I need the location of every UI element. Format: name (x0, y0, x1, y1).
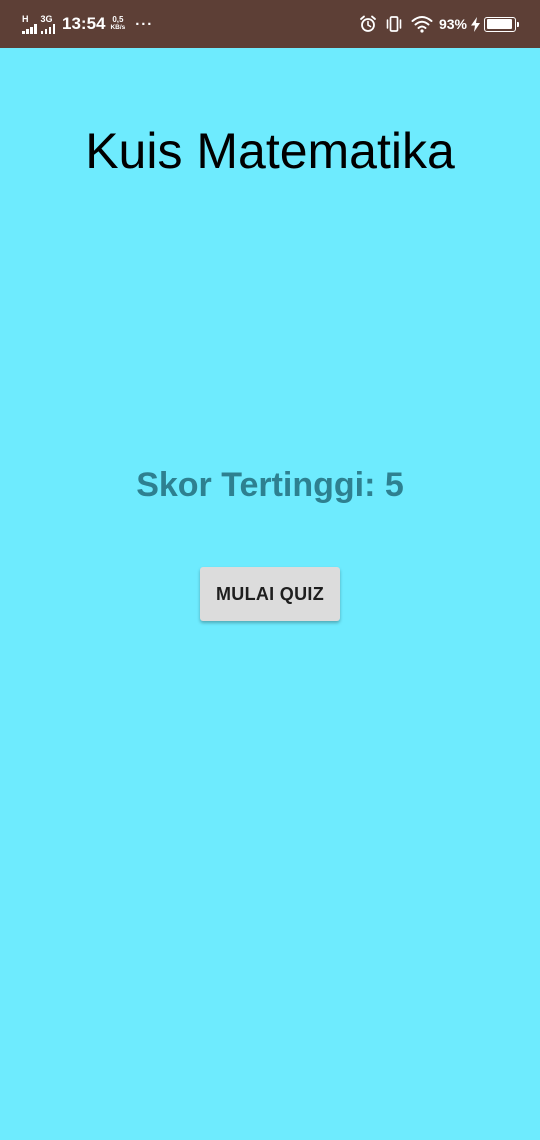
battery-icon (484, 16, 519, 32)
page-title: Kuis Matematika (85, 123, 455, 179)
clock: 13:54 (62, 14, 106, 33)
battery-percentage: 93% (438, 16, 467, 32)
network-speed: 0,5 KB/s (110, 16, 125, 32)
alarm-icon (359, 15, 377, 33)
charging-icon (471, 16, 480, 32)
battery-level-fill (486, 19, 512, 29)
high-score-label: Skor Tertinggi: 5 (136, 466, 404, 504)
wifi-icon (411, 15, 433, 33)
vibrate-icon (385, 15, 403, 33)
signal-h-label: H (22, 13, 29, 24)
start-quiz-button[interactable]: MULAI QUIZ (200, 567, 340, 621)
status-bar-right: 93% (351, 15, 519, 33)
status-bar: H 3G 13:54 0,5 KB/s ··· 93% (0, 0, 540, 48)
network-speed-value: 0,5 (112, 15, 124, 24)
more-notifications-icon: ··· (135, 15, 154, 33)
signal-3g-label: 3G (40, 13, 53, 24)
status-bar-left: H 3G 13:54 0,5 KB/s ··· (22, 14, 153, 34)
signal-3g-icon: 3G (40, 13, 55, 34)
network-speed-unit: KB/s (110, 24, 126, 31)
signal-h-icon: H (22, 13, 37, 34)
